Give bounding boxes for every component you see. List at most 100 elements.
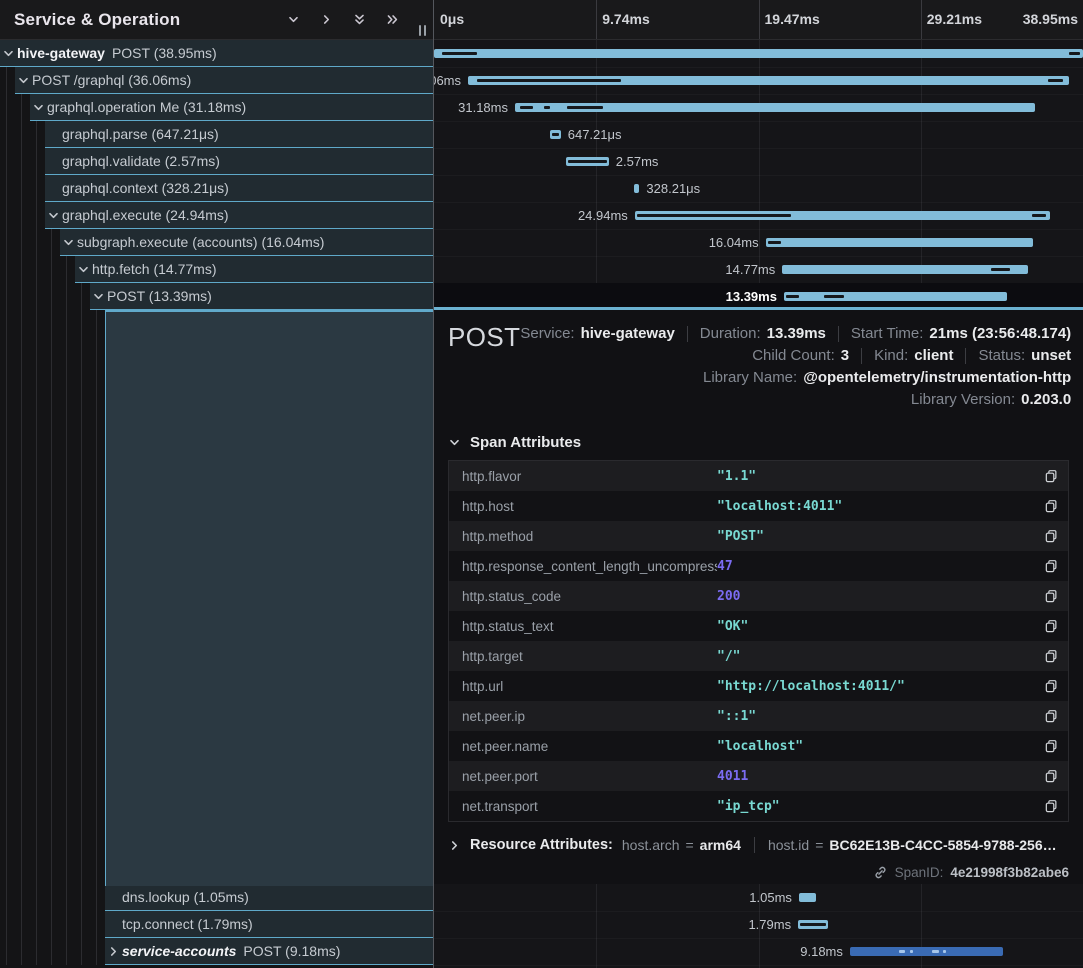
meta-libraryversion: Library Version:0.203.0 (911, 391, 1071, 408)
copy-icon[interactable] (1034, 709, 1068, 723)
copy-icon[interactable] (1034, 679, 1068, 693)
span-bar[interactable] (566, 157, 609, 166)
indent-guide (51, 911, 52, 938)
tree-row-http.fetch[interactable]: http.fetch (14.77ms) (0, 256, 433, 283)
span-tree-panel: Service & Operation hive-gatewayPOST (38… (0, 0, 433, 968)
attribute-row: http.status_code200 (449, 581, 1068, 611)
indent-guide (81, 283, 82, 310)
expand-all-icon[interactable] (344, 5, 374, 35)
chevron-down-icon[interactable] (75, 263, 92, 276)
indent-guide (96, 911, 97, 938)
panel-resize-grip[interactable] (419, 25, 426, 36)
selected-span-expanded-area[interactable] (105, 310, 433, 886)
attribute-value: "POST" (717, 529, 1034, 544)
meta-duration: Duration:13.39ms (700, 325, 826, 342)
attribute-key: http.status_text (449, 619, 717, 634)
tree-row-post[interactable]: POST (13.39ms) (0, 283, 433, 310)
tree-row-post[interactable]: service-accountsPOST (9.18ms) (0, 938, 433, 965)
copy-icon[interactable] (1034, 559, 1068, 573)
chevron-down-icon (448, 436, 461, 449)
indent-guide (36, 175, 37, 202)
attribute-key: net.peer.port (449, 769, 717, 784)
ruler-tick: 29.21ms (927, 0, 982, 39)
chevron-down-icon[interactable] (15, 74, 32, 87)
span-duration-label: 24.94ms (578, 202, 628, 229)
tree-row-graphql.execute[interactable]: graphql.execute (24.94ms) (0, 202, 433, 229)
child-span-mark (899, 950, 905, 953)
indent-guide (36, 938, 37, 965)
tree-row-graphql.operation[interactable]: graphql.operation Me (31.18ms) (0, 94, 433, 121)
expand-one-icon[interactable] (278, 5, 308, 35)
collapse-one-icon[interactable] (311, 5, 341, 35)
tree-row-graphql.context[interactable]: graphql.context (328.21μs) (0, 175, 433, 202)
resource-attributes-row[interactable]: Resource Attributes: host.arch=arm64host… (448, 837, 1069, 853)
span-attributes-section-header[interactable]: Span Attributes (448, 434, 1069, 451)
span-id-label: SpanID: (895, 865, 944, 880)
copy-icon[interactable] (1034, 529, 1068, 543)
copy-icon[interactable] (1034, 799, 1068, 813)
copy-icon[interactable] (1034, 499, 1068, 513)
span-detail-header: POST Service:hive-gatewayDuration:13.39m… (448, 310, 1069, 408)
service-operation-title: Service & Operation (14, 10, 278, 30)
copy-icon[interactable] (1034, 769, 1068, 783)
attribute-key: http.host (449, 499, 717, 514)
indent-guide (36, 256, 37, 283)
collapse-all-icon[interactable] (377, 5, 407, 35)
attribute-value: "OK" (717, 619, 1034, 634)
tree-row-post[interactable]: POST /graphql (36.06ms) (0, 67, 433, 94)
chevron-down-icon[interactable] (60, 236, 77, 249)
chevron-down-icon[interactable] (30, 101, 47, 114)
waterfall-row: 36.06ms (434, 67, 1083, 95)
indent-guide (36, 884, 37, 911)
indent-guide (6, 884, 7, 911)
attribute-row: http.status_text"OK" (449, 611, 1068, 641)
span-duration-label: 328.21μs (646, 175, 700, 202)
span-bar[interactable] (766, 238, 1033, 247)
span-label: graphql.context (328.21μs) (62, 180, 229, 196)
copy-icon[interactable] (1034, 469, 1068, 483)
span-bar[interactable] (798, 920, 828, 929)
chevron-down-icon[interactable] (90, 290, 107, 303)
tree-row-graphql.parse[interactable]: graphql.parse (647.21μs) (0, 121, 433, 148)
indent-guide (21, 202, 22, 229)
copy-icon[interactable] (1034, 739, 1068, 753)
chevron-right-icon[interactable] (105, 945, 122, 958)
attribute-value: "1.1" (717, 469, 1034, 484)
copy-icon[interactable] (1034, 619, 1068, 633)
span-bar[interactable] (468, 76, 1069, 85)
indent-guide (6, 121, 7, 148)
span-bar[interactable] (550, 130, 561, 139)
attribute-row: http.target"/" (449, 641, 1068, 671)
tree-row-subgraph.execute[interactable]: subgraph.execute (accounts) (16.04ms) (0, 229, 433, 256)
attribute-value: "localhost" (717, 739, 1034, 754)
chevron-down-icon[interactable] (0, 47, 17, 60)
link-icon[interactable] (873, 865, 888, 880)
indent-guide (36, 121, 37, 148)
meta-kind: Kind:client (874, 347, 953, 364)
tree-row-graphql.validate[interactable]: graphql.validate (2.57ms) (0, 148, 433, 175)
tree-row-dns.lookup[interactable]: dns.lookup (1.05ms) (0, 884, 433, 911)
span-bar[interactable] (515, 103, 1035, 112)
span-bar[interactable] (784, 292, 1007, 301)
indent-guide (21, 148, 22, 175)
indent-guide (21, 175, 22, 202)
attribute-key: http.flavor (449, 469, 717, 484)
span-bar[interactable] (635, 211, 1051, 220)
waterfall-row: 38.95ms (434, 40, 1083, 68)
attribute-row: net.transport"ip_tcp" (449, 791, 1068, 821)
span-bar[interactable] (634, 184, 639, 193)
panel-divider[interactable] (433, 0, 434, 968)
span-bar[interactable] (799, 893, 817, 902)
tree-row-post[interactable]: hive-gatewayPOST (38.95ms) (0, 40, 433, 67)
copy-icon[interactable] (1034, 649, 1068, 663)
copy-icon[interactable] (1034, 589, 1068, 603)
span-bar[interactable] (850, 947, 1003, 956)
chevron-down-icon[interactable] (45, 209, 62, 222)
indent-guide (6, 256, 7, 283)
span-bar[interactable] (434, 49, 1083, 58)
tree-row-tcp.connect[interactable]: tcp.connect (1.79ms) (0, 911, 433, 938)
trace-viewer: Service & Operation hive-gatewayPOST (38… (0, 0, 1083, 968)
child-span-mark (910, 950, 913, 953)
detail-panel-accent (434, 307, 1083, 310)
span-bar[interactable] (782, 265, 1028, 274)
